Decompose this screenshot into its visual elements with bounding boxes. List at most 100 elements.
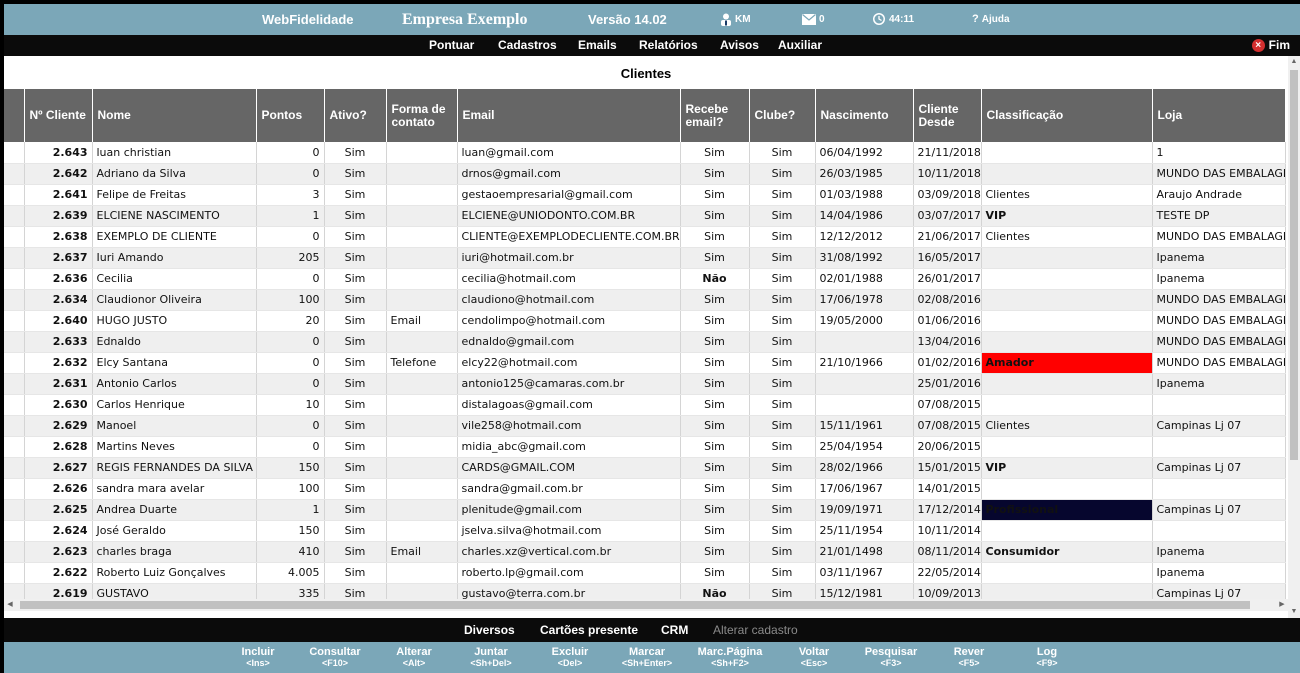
header-since[interactable]: Cliente Desde [913, 89, 982, 142]
row-selector[interactable] [4, 331, 25, 353]
action-marcar[interactable]: Marcar <Sh+Enter> [622, 646, 672, 669]
action-juntar[interactable]: Juntar <Sh+Del> [470, 646, 511, 669]
row-selector[interactable] [4, 541, 25, 563]
row-selector[interactable] [4, 310, 25, 332]
menu-pontuar[interactable]: Pontuar [429, 35, 474, 56]
row-selector[interactable] [4, 373, 25, 395]
row-selector[interactable] [4, 268, 25, 290]
table-row[interactable]: 2.640 HUGO JUSTO 20 Sim Email cendolimpo@hotm… [4, 310, 1286, 332]
row-selector[interactable] [4, 226, 25, 248]
table-row[interactable]: 2.631 Antonio Carlos 0 Sim antonio125@camara… [4, 373, 1286, 395]
scroll-right-icon[interactable]: ▶ [1276, 599, 1288, 611]
row-selector[interactable] [4, 478, 25, 500]
table-row[interactable]: 2.630 Carlos Henrique 10 Sim distalagoas@gma… [4, 394, 1286, 416]
table-row[interactable]: 2.641 Felipe de Freitas 3 Sim gestaoempresar… [4, 184, 1286, 206]
action-alterar[interactable]: Alterar <Alt> [396, 646, 431, 669]
table-row[interactable]: 2.633 Ednaldo 0 Sim ednaldo@gmail.com Sim Sim 1… [4, 331, 1286, 353]
row-selector[interactable] [4, 352, 25, 374]
row-selector[interactable] [4, 415, 25, 437]
cell-receive: Sim [680, 352, 750, 374]
scroll-up-icon[interactable]: ▲ [1288, 56, 1300, 68]
table-row[interactable]: 2.636 Cecilia 0 Sim cecilia@hotmail.com Não Si… [4, 268, 1286, 290]
scroll-down-icon[interactable]: ▼ [1288, 606, 1300, 618]
row-selector[interactable] [4, 394, 25, 416]
row-selector[interactable] [4, 436, 25, 458]
cell-store [1152, 478, 1286, 500]
action-incluir[interactable]: Incluir <Ins> [241, 646, 274, 669]
action-pesquisar[interactable]: Pesquisar <F3> [865, 646, 918, 669]
header-email[interactable]: Email [457, 89, 681, 142]
table-row[interactable]: 2.625 Andrea Duarte 1 Sim plenitude@gmail.co… [4, 499, 1286, 521]
cell-active: Sim [324, 373, 387, 395]
vertical-scroll-thumb[interactable] [1290, 70, 1298, 460]
help-link[interactable]: ? Ajuda [972, 4, 1010, 35]
table-row[interactable]: 2.619 GUSTAVO 335 Sim gustavo@terra.com.br Nã… [4, 583, 1286, 599]
vertical-scrollbar[interactable]: ▲ ▼ [1288, 56, 1300, 618]
table-row[interactable]: 2.627 REGIS FERNANDES DA SILVA 150 Sim CARDS… [4, 457, 1286, 479]
session-timer: 44:11 [872, 4, 914, 35]
close-icon: × [1251, 39, 1265, 52]
cell-class [981, 478, 1153, 500]
row-selector[interactable] [4, 205, 25, 227]
scroll-left-icon[interactable]: ◀ [4, 599, 16, 611]
horizontal-scroll-thumb[interactable] [20, 601, 1250, 609]
row-selector[interactable] [4, 142, 25, 164]
row-selector[interactable] [4, 499, 25, 521]
menu-avisos[interactable]: Avisos [720, 35, 759, 56]
table-row[interactable]: 2.622 Roberto Luiz Gonçalves 4.005 Sim rober… [4, 562, 1286, 584]
row-selector[interactable] [4, 457, 25, 479]
table-row[interactable]: 2.623 charles braga 410 Sim Email charles.xz@… [4, 541, 1286, 563]
menu-relatorios[interactable]: Relatórios [639, 35, 698, 56]
row-selector[interactable] [4, 184, 25, 206]
header-points[interactable]: Pontos [256, 89, 325, 142]
exit-button[interactable]: × Fim [1251, 35, 1290, 56]
table-row[interactable]: 2.643 luan christian 0 Sim luan@gmail.com Sim… [4, 142, 1286, 164]
sub-crm[interactable]: CRM [661, 618, 688, 642]
header-active[interactable]: Ativo? [324, 89, 387, 142]
table-row[interactable]: 2.629 Manoel 0 Sim vile258@hotmail.com Sim Sim… [4, 415, 1286, 437]
header-id[interactable]: Nº Cliente [24, 89, 93, 142]
row-selector[interactable] [4, 583, 25, 599]
row-selector[interactable] [4, 520, 25, 542]
header-birth[interactable]: Nascimento [815, 89, 914, 142]
user-indicator[interactable]: KM [720, 4, 751, 35]
action-voltar[interactable]: Voltar <Esc> [799, 646, 829, 669]
action-marc-p-gina[interactable]: Marc.Página <Sh+F2> [698, 646, 763, 669]
table-row[interactable]: 2.638 EXEMPLO DE CLIENTE 0 Sim CLIENTE@EXEMP… [4, 226, 1286, 248]
cell-class [981, 268, 1153, 290]
row-selector[interactable] [4, 562, 25, 584]
action-excluir[interactable]: Excluir <Del> [552, 646, 589, 669]
header-store[interactable]: Loja [1152, 89, 1286, 142]
sub-diversos[interactable]: Diversos [464, 618, 515, 642]
row-selector[interactable] [4, 163, 25, 185]
messages-indicator[interactable]: 0 [802, 4, 825, 35]
menu-emails[interactable]: Emails [578, 35, 617, 56]
table-row[interactable]: 2.628 Martins Neves 0 Sim midia_abc@gmail.co… [4, 436, 1286, 458]
header-club[interactable]: Clube? [749, 89, 816, 142]
sub-cartoes-presente[interactable]: Cartões presente [540, 618, 638, 642]
table-row[interactable]: 2.642 Adriano da Silva 0 Sim drnos@gmail.com… [4, 163, 1286, 185]
action-rever[interactable]: Rever <F5> [954, 646, 985, 669]
cell-birth: 12/12/2012 [815, 226, 914, 248]
table-row[interactable]: 2.639 ELCIENE NASCIMENTO 1 Sim ELCIENE@UNIOD… [4, 205, 1286, 227]
row-selector[interactable] [4, 289, 25, 311]
header-class[interactable]: Classificação [981, 89, 1153, 142]
table-row[interactable]: 2.632 Elcy Santana 0 Sim Telefone elcy22@hotm… [4, 352, 1286, 374]
header-contact[interactable]: Forma de contato [386, 89, 458, 142]
cell-email: gustavo@terra.com.br [457, 583, 681, 599]
header-name[interactable]: Nome [92, 89, 257, 142]
horizontal-scrollbar[interactable]: ◀ ▶ [4, 599, 1288, 611]
action-log[interactable]: Log <F9> [1036, 646, 1057, 669]
table-row[interactable]: 2.634 Claudionor Oliveira 100 Sim claudiono@… [4, 289, 1286, 311]
table-row[interactable]: 2.624 José Geraldo 150 Sim jselva.silva@hotm… [4, 520, 1286, 542]
menu-auxiliar[interactable]: Auxiliar [778, 35, 822, 56]
menu-cadastros[interactable]: Cadastros [498, 35, 557, 56]
action-consultar[interactable]: Consultar <F10> [309, 646, 360, 669]
cell-class [981, 247, 1153, 269]
cell-class: VIP [981, 457, 1153, 479]
table-row[interactable]: 2.637 Iuri Amando 205 Sim iuri@hotmail.com.b… [4, 247, 1286, 269]
row-selector[interactable] [4, 247, 25, 269]
header-receive[interactable]: Recebe email? [680, 89, 750, 142]
cell-email: luan@gmail.com [457, 142, 681, 164]
table-row[interactable]: 2.626 sandra mara avelar 100 Sim sandra@gmai… [4, 478, 1286, 500]
